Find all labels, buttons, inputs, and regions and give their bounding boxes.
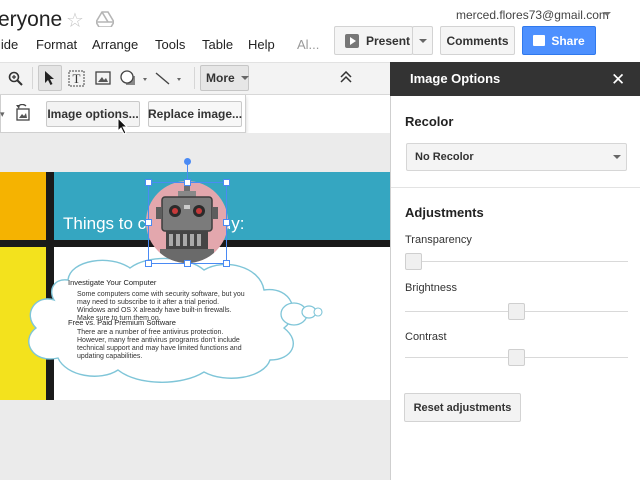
resize-handle-bottom[interactable] bbox=[184, 260, 191, 267]
shape-icon[interactable] bbox=[116, 65, 150, 91]
transparency-slider-thumb[interactable] bbox=[405, 253, 422, 270]
brightness-label: Brightness bbox=[405, 282, 457, 294]
share-label: Share bbox=[551, 33, 585, 48]
adjustments-title: Adjustments bbox=[405, 205, 484, 220]
close-icon[interactable]: ✕ bbox=[611, 71, 625, 89]
mouse-cursor-icon bbox=[117, 116, 129, 135]
drive-icon[interactable] bbox=[95, 11, 115, 28]
menu-all-changes-saved[interactable]: Al... bbox=[297, 37, 319, 52]
more-label: More bbox=[206, 71, 235, 85]
cloud-heading-1: Investigate Your Computer bbox=[68, 278, 157, 287]
resize-handle-top-left[interactable] bbox=[145, 179, 152, 186]
transparency-label: Transparency bbox=[405, 234, 472, 246]
menu-arrange[interactable]: Arrange bbox=[92, 37, 138, 52]
svg-text:T: T bbox=[72, 71, 80, 86]
zoom-icon[interactable] bbox=[3, 65, 27, 91]
text-box-icon[interactable]: T bbox=[64, 65, 88, 91]
rotate-handle[interactable] bbox=[184, 158, 191, 165]
resize-handle-top[interactable] bbox=[184, 179, 191, 186]
transparency-slider-track[interactable] bbox=[405, 261, 628, 262]
menu-table[interactable]: Table bbox=[202, 37, 233, 52]
toolbar-divider bbox=[194, 67, 195, 89]
present-button[interactable]: Present bbox=[334, 26, 413, 55]
resize-handle-bottom-left[interactable] bbox=[145, 260, 152, 267]
replace-image-button[interactable]: Replace image... bbox=[148, 101, 242, 127]
document-title[interactable]: eryone bbox=[0, 8, 62, 32]
resize-handle-right[interactable] bbox=[223, 219, 230, 226]
resize-handle-top-right[interactable] bbox=[223, 179, 230, 186]
star-icon[interactable]: ☆ bbox=[66, 8, 84, 33]
toolbar-divider bbox=[32, 67, 33, 89]
chevron-down-icon bbox=[418, 38, 427, 43]
brightness-slider-thumb[interactable] bbox=[508, 303, 525, 320]
present-dropdown-button[interactable] bbox=[412, 26, 433, 55]
account-caret-icon[interactable] bbox=[603, 12, 611, 16]
resize-handle-left[interactable] bbox=[145, 219, 152, 226]
resize-handle-bottom-right[interactable] bbox=[223, 260, 230, 267]
account-email[interactable]: merced.flores73@gmail.com bbox=[456, 8, 609, 22]
reset-image-icon[interactable] bbox=[14, 103, 32, 122]
contrast-slider-thumb[interactable] bbox=[508, 349, 525, 366]
panel-divider bbox=[391, 187, 640, 188]
cloud-paragraph-2: There are a number of free antivirus pro… bbox=[77, 329, 242, 360]
panel-title: Image Options bbox=[410, 71, 501, 86]
select-icon[interactable] bbox=[38, 65, 62, 91]
share-button[interactable]: Share bbox=[522, 26, 596, 55]
chevron-double-up-icon[interactable] bbox=[338, 68, 354, 86]
slide-orange-block bbox=[0, 172, 46, 240]
image-icon[interactable] bbox=[91, 65, 115, 91]
chevron-down-icon[interactable] bbox=[613, 155, 621, 159]
recolor-select[interactable]: No Recolor bbox=[406, 143, 627, 171]
menu-help[interactable]: Help bbox=[248, 37, 275, 52]
menu-tools[interactable]: Tools bbox=[155, 37, 185, 52]
recolor-selected-value: No Recolor bbox=[415, 151, 474, 163]
recolor-title: Recolor bbox=[405, 114, 454, 129]
share-icon bbox=[533, 35, 546, 46]
menu-format[interactable]: Format bbox=[36, 37, 77, 52]
present-label: Present bbox=[366, 33, 411, 48]
reset-adjustments-button[interactable]: Reset adjustments bbox=[404, 393, 521, 422]
more-button[interactable]: More bbox=[200, 65, 249, 91]
chevron-down-icon bbox=[240, 76, 249, 80]
chevron-down-icon[interactable]: ▾ bbox=[0, 109, 8, 119]
cloud-heading-2: Free vs. Paid Premium Software bbox=[68, 318, 176, 327]
play-icon bbox=[345, 33, 359, 48]
contrast-label: Contrast bbox=[405, 331, 447, 343]
selection-box bbox=[148, 182, 227, 264]
comments-button[interactable]: Comments bbox=[440, 26, 515, 55]
menu-slide[interactable]: lide bbox=[0, 37, 18, 52]
line-icon[interactable] bbox=[152, 65, 186, 91]
